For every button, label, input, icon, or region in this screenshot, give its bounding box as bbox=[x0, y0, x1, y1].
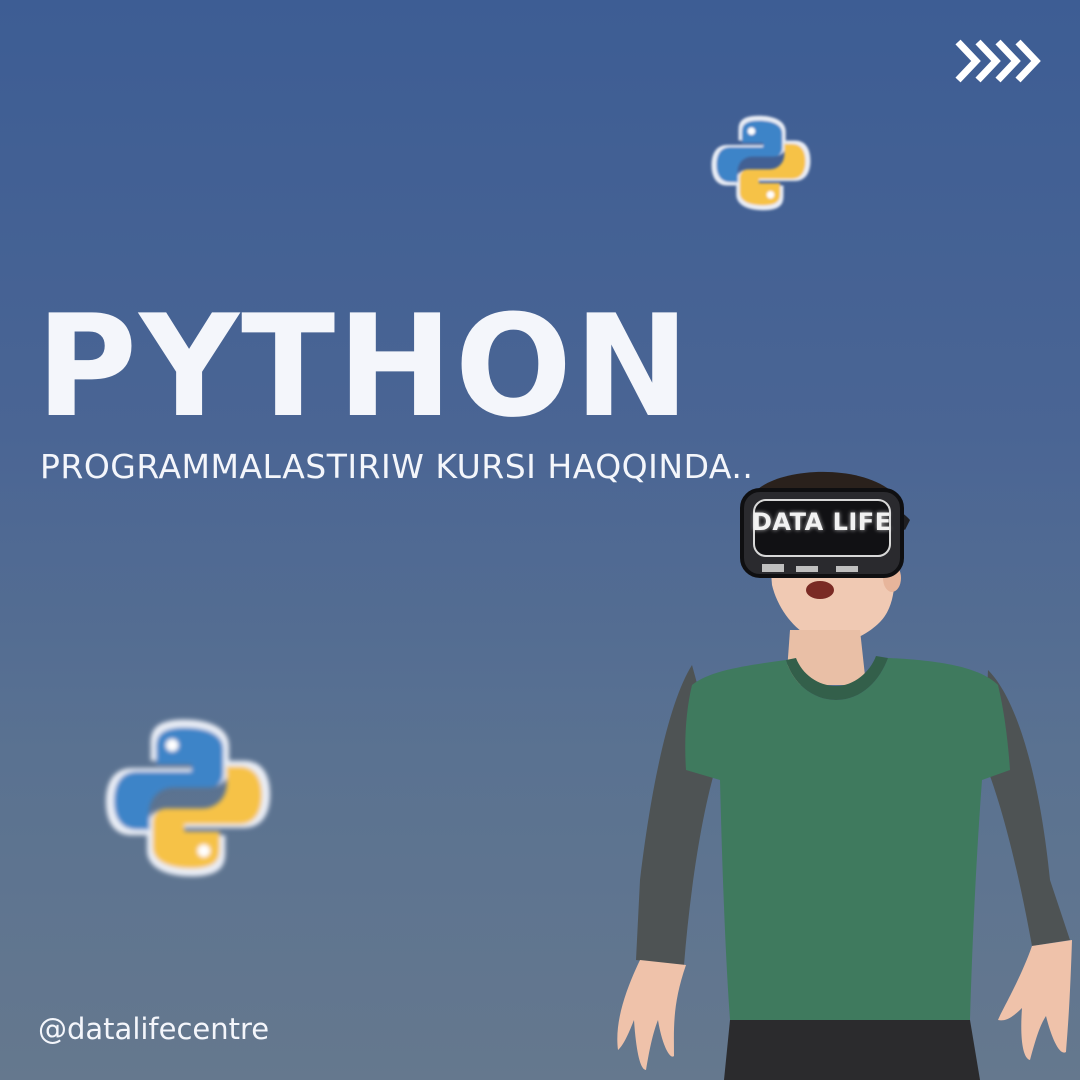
social-handle[interactable]: @datalifecentre bbox=[38, 1012, 269, 1046]
python-logo-icon bbox=[711, 115, 811, 211]
python-logo-icon bbox=[105, 719, 271, 877]
poster: PYTHON PROGRAMMALASTIRIW KURSI HAQQINDA.… bbox=[0, 0, 1080, 1080]
person-with-vr-headset bbox=[617, 471, 1072, 1080]
headset-brand-label: DATA LIFE bbox=[752, 508, 892, 536]
chevrons-right-icon[interactable] bbox=[950, 36, 1046, 86]
page-title: PYTHON bbox=[36, 284, 692, 449]
